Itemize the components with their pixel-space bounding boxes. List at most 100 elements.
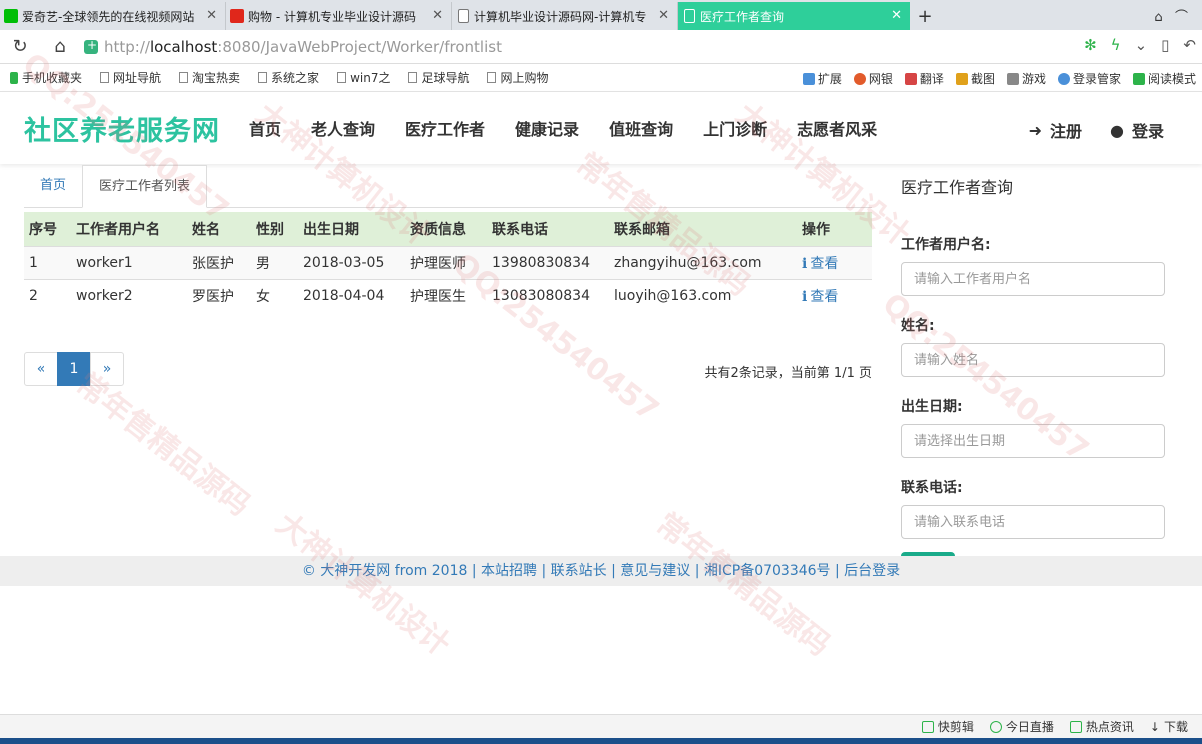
page-1-button[interactable]: 1 (57, 352, 91, 386)
site-brand[interactable]: 社区养老服务网 (24, 109, 220, 148)
info-icon: i (802, 289, 808, 305)
chevron-down-icon[interactable]: ⌄ (1135, 36, 1148, 54)
tool-reading-mode[interactable]: 阅读模式 (1132, 70, 1196, 87)
nav-volunteers[interactable]: 志愿者风采 (782, 116, 892, 140)
username-label: 工作者用户名: (901, 237, 991, 253)
prev-page-button[interactable]: « (24, 352, 58, 386)
tool-login-manager[interactable]: 登录管家 (1057, 70, 1121, 87)
close-icon[interactable]: ✕ (658, 8, 669, 23)
news-icon (1069, 720, 1082, 733)
page-icon (458, 9, 469, 23)
tool-screenshot[interactable]: 截图 (955, 70, 995, 87)
breadcrumb-tabs: 首页 医疗工作者列表 (24, 165, 872, 208)
cell-phone: 13083080834 (487, 279, 609, 312)
tool-translate[interactable]: 翻译 (904, 70, 944, 87)
bookmark-item[interactable]: 网上购物 (477, 69, 556, 86)
tool-bank[interactable]: 网银 (853, 70, 893, 87)
status-download[interactable]: ↓ 下载 (1150, 718, 1188, 735)
page-icon (258, 72, 268, 83)
clip-icon (921, 720, 934, 733)
main-nav: 首页 老人查询 医疗工作者 健康记录 值班查询 上门诊断 志愿者风采 (234, 116, 892, 140)
pagination-info: 共有2条记录，当前第 1/1 页 (704, 366, 872, 381)
close-icon[interactable]: ✕ (891, 8, 902, 23)
name-input[interactable] (901, 343, 1165, 377)
book-icon (1132, 72, 1145, 85)
table-header-row: 序号 工作者用户名 姓名 性别 出生日期 资质信息 联系电话 联系邮箱 操作 (24, 212, 872, 247)
cell-phone: 13980830834 (487, 246, 609, 280)
lightning-icon[interactable]: ϟ (1111, 36, 1121, 54)
iqiyi-icon (4, 9, 18, 23)
close-icon[interactable]: ✕ (432, 8, 443, 23)
cell-index: 2 (24, 279, 71, 312)
sign-in-icon: ➜ (1028, 120, 1042, 140)
bookmark-item[interactable]: 网址导航 (90, 69, 169, 86)
next-page-button[interactable]: » (90, 352, 124, 386)
birthdate-input[interactable] (901, 424, 1165, 458)
close-icon[interactable]: ✕ (206, 8, 217, 23)
phone-icon[interactable]: ▯ (1161, 36, 1169, 54)
browser-tabbar: 爱奇艺-全球领先的在线视频网站 ✕ 购物 - 计算机专业毕业设计源码 ✕ 计算机… (0, 0, 1202, 30)
bookmark-item[interactable]: 系统之家 (248, 69, 327, 86)
bookmark-bar: 手机收藏夹 网址导航 淘宝热卖 系统之家 win7之 足球导航 网上购物 扩展 … (0, 64, 1202, 92)
info-icon: i (802, 256, 808, 272)
refresh-icon[interactable]: ✻ (1084, 36, 1097, 54)
bookmark-item[interactable]: 足球导航 (398, 69, 477, 86)
main-content: 首页 医疗工作者列表 序号 工作者用户名 姓名 性别 出生日期 资质信息 联系电… (24, 165, 872, 388)
col-email: 联系邮箱 (609, 212, 797, 247)
undo-icon[interactable]: ↶ (1183, 36, 1196, 54)
nav-home[interactable]: 首页 (234, 116, 296, 140)
cell-name: 张医护 (187, 246, 251, 280)
page-icon (684, 9, 695, 23)
key-icon (1057, 72, 1070, 85)
col-phone: 联系电话 (487, 212, 609, 247)
status-live[interactable]: 今日直播 (989, 718, 1054, 735)
nav-health-records[interactable]: 健康记录 (500, 116, 594, 140)
search-panel: 医疗工作者查询 工作者用户名: 姓名: 出生日期: 联系电话: 查询 (901, 174, 1165, 586)
view-link[interactable]: i 查看 (802, 256, 838, 272)
bookmark-item[interactable]: 手机收藏夹 (0, 69, 90, 86)
cell-actions: i 查看 (797, 279, 872, 312)
login-link[interactable]: ● 登录 (1110, 118, 1164, 142)
cell-qualification: 护理医生 (405, 279, 487, 312)
url-field[interactable]: http://localhost:8080/JavaWebProject/Wor… (104, 38, 502, 56)
browser-statusbar: 快剪辑 今日直播 热点资讯 ↓ 下载 (0, 714, 1202, 738)
tool-extensions[interactable]: 扩展 (802, 70, 842, 87)
reload-icon[interactable]: ↻ (0, 36, 40, 57)
browser-tab[interactable]: 爱奇艺-全球领先的在线视频网站 ✕ (0, 2, 226, 30)
col-actions: 操作 (797, 212, 872, 247)
site-footer[interactable]: © 大神开发网 from 2018 | 本站招聘 | 联系站长 | 意见与建议 … (0, 556, 1202, 586)
browser-tab-active[interactable]: 医疗工作者查询 ✕ (678, 2, 910, 30)
home-icon[interactable]: ⌂ (40, 36, 80, 57)
username-input[interactable] (901, 262, 1165, 296)
status-quick-clip[interactable]: 快剪辑 (921, 718, 974, 735)
browser-tools: 扩展 网银 翻译 截图 游戏 登录管家 阅读模式 (802, 70, 1196, 87)
birthdate-label: 出生日期: (901, 399, 963, 415)
register-link[interactable]: ➜ 注册 (1029, 118, 1082, 142)
tool-games[interactable]: 游戏 (1006, 70, 1046, 87)
tab-worker-list[interactable]: 医疗工作者列表 (82, 165, 208, 208)
bookmark-item[interactable]: win7之 (327, 69, 398, 86)
cell-username: worker2 (71, 279, 187, 312)
cell-birthdate: 2018-04-04 (298, 279, 405, 312)
cell-name: 罗医护 (187, 279, 251, 312)
shop-icon (230, 9, 244, 23)
new-tab-button[interactable]: + (910, 2, 940, 30)
browser-tab[interactable]: 计算机毕业设计源码网-计算机专 ✕ (452, 2, 678, 30)
page-icon (337, 72, 347, 83)
nav-home-diagnosis[interactable]: 上门诊断 (688, 116, 782, 140)
view-link[interactable]: i 查看 (802, 289, 838, 305)
status-news[interactable]: 热点资讯 (1069, 718, 1134, 735)
nav-elderly-query[interactable]: 老人查询 (296, 116, 390, 140)
nav-duty-query[interactable]: 值班查询 (594, 116, 688, 140)
cell-email: luoyih@163.com (609, 279, 797, 312)
col-birthdate: 出生日期 (298, 212, 405, 247)
page-icon (487, 72, 497, 83)
bookmark-item[interactable]: 淘宝热卖 (169, 69, 248, 86)
phone-input[interactable] (901, 505, 1165, 539)
address-bar: ↻ ⌂ http://localhost:8080/JavaWebProject… (0, 30, 1202, 64)
nav-medical-workers[interactable]: 医疗工作者 (390, 116, 500, 140)
browser-tab[interactable]: 购物 - 计算机专业毕业设计源码 ✕ (226, 2, 452, 30)
col-username: 工作者用户名 (71, 212, 187, 247)
tab-home[interactable]: 首页 (24, 165, 82, 207)
window-controls[interactable]: ⌂ ⌒ (1154, 6, 1188, 25)
